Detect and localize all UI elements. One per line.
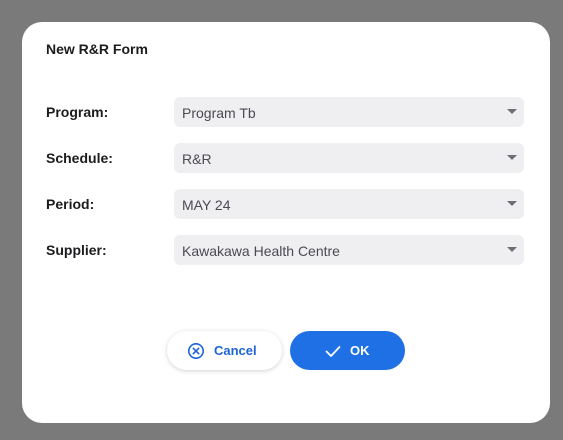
schedule-label: Schedule: bbox=[46, 150, 113, 166]
checkmark-icon bbox=[325, 346, 341, 357]
chevron-down-icon bbox=[507, 109, 517, 114]
period-label: Period: bbox=[46, 196, 95, 212]
new-rr-form-dialog: New R&R Form Program: Program Tb Schedul… bbox=[22, 22, 550, 423]
schedule-select[interactable]: R&R bbox=[174, 143, 524, 173]
dialog-title: New R&R Form bbox=[46, 41, 148, 57]
chevron-down-icon bbox=[507, 247, 517, 252]
supplier-select[interactable]: Kawakawa Health Centre bbox=[174, 235, 524, 265]
ok-button[interactable]: OK bbox=[290, 331, 405, 370]
period-select-value: MAY 24 bbox=[182, 197, 231, 213]
supplier-label: Supplier: bbox=[46, 242, 107, 258]
schedule-select-value: R&R bbox=[182, 151, 212, 167]
cancel-button[interactable]: Cancel bbox=[167, 331, 282, 370]
supplier-row: Supplier: Kawakawa Health Centre bbox=[46, 235, 524, 265]
period-select[interactable]: MAY 24 bbox=[174, 189, 524, 219]
chevron-down-icon bbox=[507, 155, 517, 160]
program-select-value: Program Tb bbox=[182, 105, 256, 121]
ok-button-label: OK bbox=[350, 343, 370, 358]
program-label: Program: bbox=[46, 104, 109, 120]
chevron-down-icon bbox=[507, 201, 517, 206]
supplier-select-value: Kawakawa Health Centre bbox=[182, 243, 340, 259]
cancel-button-label: Cancel bbox=[214, 343, 257, 358]
schedule-row: Schedule: R&R bbox=[46, 143, 524, 173]
program-row: Program: Program Tb bbox=[46, 97, 524, 127]
close-circle-icon bbox=[188, 343, 204, 359]
period-row: Period: MAY 24 bbox=[46, 189, 524, 219]
program-select[interactable]: Program Tb bbox=[174, 97, 524, 127]
